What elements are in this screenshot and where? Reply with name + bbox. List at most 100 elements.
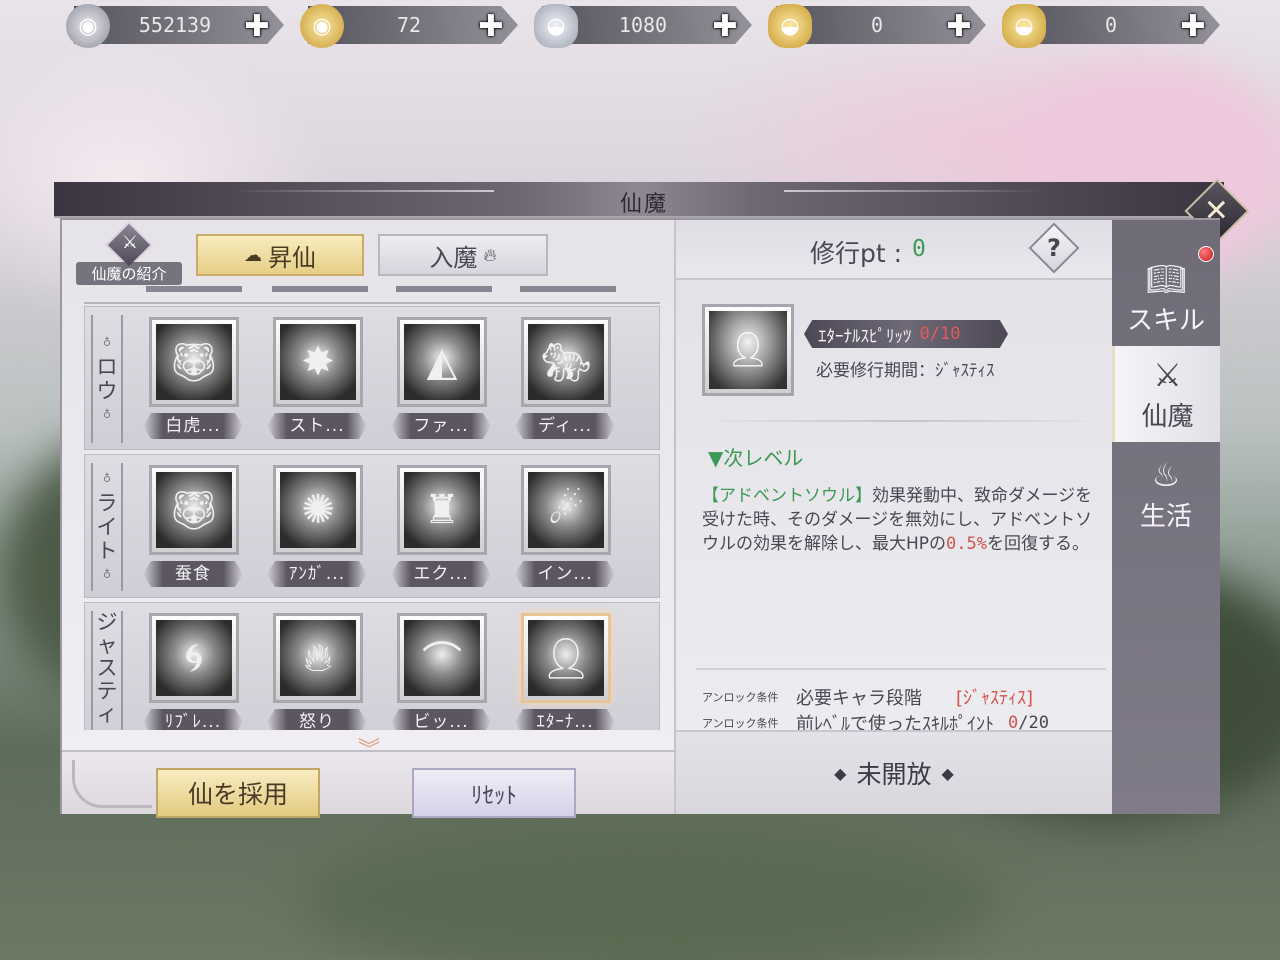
skill-name: ｱﾝｶﾞ...	[267, 561, 367, 587]
row-label-char: ロ	[96, 355, 118, 379]
side-tab-xianmo[interactable]: ⚔ 仙魔	[1112, 346, 1220, 442]
skill-row-rou: ♁ ロ ウ ♁ 🐯︎ 白虎... ✸ スト... ◭ ファ... 🐅︎ ディ..…	[84, 306, 660, 450]
row-label: ジ ャ ス テ ィ	[91, 611, 123, 730]
status-bar: ◆ 未開放 ◆	[676, 730, 1112, 814]
spirit-figure-icon: 👤︎	[709, 311, 787, 389]
cloud-icon: ☁	[244, 244, 262, 266]
training-points-value: 0	[912, 236, 926, 262]
skill-slot[interactable]: ♜ エク...	[391, 465, 491, 593]
row-label-char: テ	[96, 679, 118, 703]
currency-value-gold-ingot: 0	[1104, 13, 1118, 37]
notification-dot	[1198, 246, 1214, 262]
skill-slot[interactable]: ⌒ ビッ...	[391, 613, 491, 730]
skill-name: 怒り	[267, 709, 367, 730]
skill-frame: ◭	[397, 317, 487, 407]
skill-name-stub	[520, 286, 616, 292]
skill-name-stub	[146, 286, 242, 292]
add-silver-ingot-button[interactable]: ✚	[708, 9, 742, 44]
jaws-figure-icon: ♜	[404, 472, 480, 548]
skill-frame: ☄	[521, 465, 611, 555]
devour-tiger-icon: 🐯︎	[156, 472, 232, 548]
skill-name: 白虎...	[143, 413, 243, 439]
skill-description: 【アドベントソウル】効果発動中、致命ダメージを受けた時、そのダメージを無効にし、…	[702, 484, 1096, 556]
row-label-char: ラ	[96, 491, 118, 515]
chain-ornament: ♁	[102, 568, 112, 581]
swirl-light-icon: ☄	[528, 472, 604, 548]
skill-slot[interactable]: 🌀︎ ﾘﾌﾞﾚ...	[143, 613, 243, 730]
unlock-text: 必要キャラ段階	[796, 688, 922, 709]
title-ornament	[784, 190, 1044, 192]
skill-slot[interactable]: ✺ ｱﾝｶﾞ...	[267, 465, 367, 593]
tab-ascend[interactable]: ☁ 昇仙	[196, 234, 364, 276]
skill-name: ビッ...	[391, 709, 491, 730]
add-silver-coin-button[interactable]: ✚	[240, 9, 274, 44]
row-label: ♁ ロ ウ ♁	[91, 315, 123, 443]
question-icon: ?	[1047, 233, 1061, 262]
skill-slot[interactable]: ◭ ファ...	[391, 317, 491, 445]
flame-icon: 🔥︎	[483, 244, 497, 266]
description-percent: 0.5%	[946, 534, 987, 554]
side-tab-life[interactable]: ♨ 生活	[1112, 446, 1220, 542]
add-gold-coin-button[interactable]: ✚	[474, 9, 508, 44]
skill-frame: 🐯︎	[149, 317, 239, 407]
skill-slot[interactable]: ☄ イン...	[515, 465, 615, 593]
intro-button[interactable]: ⚔ 仙魔の紹介	[76, 220, 182, 285]
skill-slot[interactable]: 🐯︎ 蚕食	[143, 465, 243, 593]
gold-coin-icon: ◉	[300, 4, 344, 48]
skill-row-partial	[84, 286, 660, 304]
skill-frame: 🐅︎	[521, 317, 611, 407]
currency-value-silver-ingot: 1080	[618, 13, 668, 37]
training-points-label: 修行pt :	[810, 239, 903, 268]
tiger-icon: 🐯︎	[156, 324, 232, 400]
dialog-title: 仙魔	[619, 192, 668, 217]
row-label: ♁ ラ イ ト ♁	[91, 463, 123, 591]
skill-book-icon: 📖︎	[1145, 259, 1187, 298]
side-tab-label: 仙魔	[1141, 401, 1194, 432]
corner-ornament	[72, 760, 152, 808]
side-tab-skill[interactable]: 📖︎ スキル	[1112, 250, 1220, 346]
required-period: 必要修行期間：ｼﾞｬｽﾃｨｽ	[816, 361, 995, 381]
side-tab-label: 生活	[1139, 501, 1192, 532]
skill-slot[interactable]: 🔥︎ 怒り	[267, 613, 367, 730]
next-level-heading: ▼次レベル	[708, 446, 804, 470]
chain-ornament: ♁	[102, 472, 112, 485]
dialog-titlebar: 仙魔	[54, 182, 1224, 218]
intro-label: 仙魔の紹介	[76, 262, 182, 285]
row-label-char: ャ	[96, 633, 118, 657]
skill-frame: ⌒	[397, 613, 487, 703]
skill-slot-selected[interactable]: 👤︎ ｴﾀｰﾅ...	[515, 613, 615, 730]
status-text: 未開放	[856, 760, 932, 789]
skill-name: ディ...	[515, 413, 615, 439]
unlock-divider	[696, 668, 1106, 670]
skill-slot[interactable]: 🐅︎ ディ...	[515, 317, 615, 445]
gold-ingot-bound-icon: ◒	[768, 4, 812, 48]
silver-coin-icon: ◉	[66, 4, 110, 48]
skill-slot[interactable]: ✸ スト...	[267, 317, 367, 445]
add-gold-ingot-button[interactable]: ✚	[1176, 9, 1210, 44]
row-label-char: ィ	[96, 702, 118, 726]
cooking-pot-icon: ♨	[1151, 455, 1181, 494]
skill-name: エク...	[391, 561, 491, 587]
skill-tree-scroll[interactable]: ♁ ロ ウ ♁ 🐯︎ 白虎... ✸ スト... ◭ ファ... 🐅︎ ディ..…	[84, 286, 660, 730]
action-bar: 仙を採用 ﾘｾｯﾄ	[62, 750, 674, 818]
skill-frame: ✺	[273, 465, 363, 555]
skill-slot[interactable]: 🐯︎ 白虎...	[143, 317, 243, 445]
help-button[interactable]: ?	[1028, 222, 1080, 274]
training-points-header: 修行pt : 0 ?	[676, 220, 1112, 280]
row-label-char: イ	[96, 515, 118, 539]
skill-frame: ✸	[273, 317, 363, 407]
skill-name: イン...	[515, 561, 615, 587]
description-tag: 【アドベントソウル】	[702, 486, 872, 506]
adopt-button[interactable]: 仙を採用	[156, 768, 320, 818]
explosion-icon: ✺	[280, 472, 356, 548]
reset-button[interactable]: ﾘｾｯﾄ	[412, 768, 576, 818]
side-tab-bar: 📖︎ スキル ⚔ 仙魔 ♨ 生活	[1112, 220, 1220, 814]
diamond-icon: ◆	[941, 763, 954, 783]
skill-name: スト...	[267, 413, 367, 439]
tab-ascend-label: 昇仙	[268, 243, 316, 272]
unlock-label: アンロック条件	[702, 691, 779, 704]
spirit-figure-icon: 👤︎	[528, 620, 604, 696]
unlock-tag: [ｼﾞｬｽﾃｨｽ]	[956, 688, 1034, 709]
add-gold-ingot-bound-button[interactable]: ✚	[942, 9, 976, 44]
tab-demon[interactable]: 入魔 🔥︎	[378, 234, 548, 276]
